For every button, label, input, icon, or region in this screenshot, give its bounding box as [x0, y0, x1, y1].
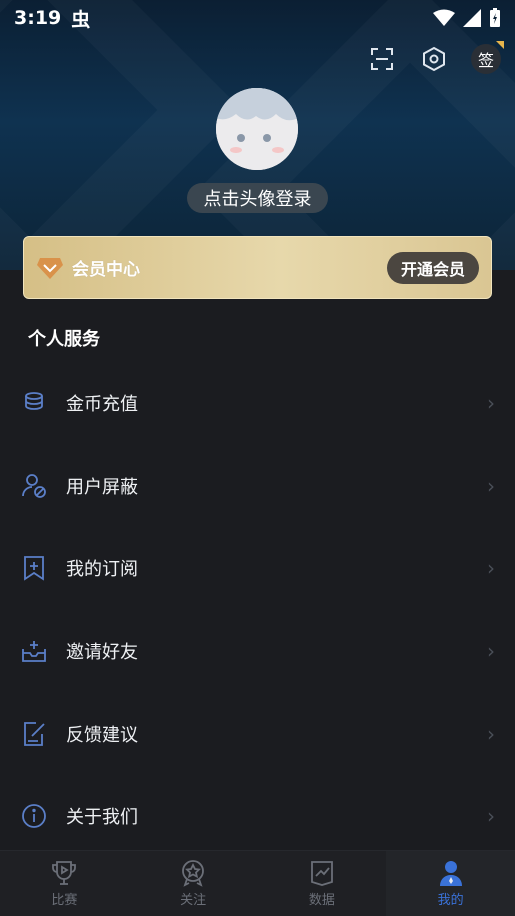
star-badge-icon [182, 860, 205, 887]
chevron-right-icon: › [487, 721, 495, 746]
menu-item-label: 关于我们 [66, 807, 138, 829]
tab-label: 数据 [308, 893, 335, 908]
status-bar: 3:19 虫 [0, 0, 515, 36]
decor-shape [0, 0, 242, 270]
open-vip-button[interactable]: 开通会员 [386, 251, 479, 284]
invite-inbox-icon [20, 637, 48, 665]
sign-in-button[interactable]: 签 [471, 41, 504, 74]
tab-label: 关注 [180, 893, 207, 908]
signal-icon [463, 9, 481, 27]
chevron-right-icon: › [487, 556, 495, 581]
bottom-tab-bar: 比赛 关注 数据 我的 [0, 850, 515, 916]
chevron-right-icon: › [487, 391, 495, 416]
scan-icon[interactable] [367, 44, 397, 74]
menu-item-user-block[interactable]: 用户屏蔽 › [0, 445, 515, 528]
bookmark-add-icon [20, 554, 48, 582]
trophy-play-icon [52, 861, 77, 885]
vip-center-card[interactable]: 会员中心 开通会员 [23, 236, 492, 299]
chevron-right-icon: › [487, 473, 495, 498]
battery-icon [490, 8, 500, 27]
menu-item-my-subscriptions[interactable]: 我的订阅 › [0, 527, 515, 610]
menu-item-about-us[interactable]: 关于我们 › [0, 775, 515, 858]
tab-mine[interactable]: 我的 [386, 851, 515, 916]
menu-item-label: 我的订阅 [66, 559, 138, 581]
status-time: 3:19 [14, 7, 62, 29]
tab-matches[interactable]: 比赛 [0, 851, 129, 916]
avatar[interactable] [216, 88, 298, 170]
chevron-right-icon: › [487, 639, 495, 664]
menu-item-invite-friends[interactable]: 邀请好友 › [0, 610, 515, 693]
chart-doc-icon [310, 861, 333, 886]
tab-label: 我的 [437, 893, 464, 908]
app-notification-icon: 虫 [71, 8, 91, 31]
tab-follow[interactable]: 关注 [129, 851, 258, 916]
section-title: 个人服务 [28, 329, 100, 350]
settings-hex-icon[interactable] [419, 44, 449, 74]
chevron-right-icon: › [487, 804, 495, 829]
user-icon [439, 861, 462, 886]
feedback-edit-icon [20, 720, 48, 748]
menu-item-coin-recharge[interactable]: 金币充值 › [0, 362, 515, 445]
user-block-icon [20, 472, 48, 500]
services-menu: 金币充值 › 用户屏蔽 › 我的订阅 › 邀请好友 › 反馈建议 › 关于我们 … [0, 362, 515, 858]
vip-title: 会员中心 [72, 260, 140, 280]
menu-item-label: 反馈建议 [66, 724, 138, 746]
login-prompt[interactable]: 点击头像登录 [187, 183, 328, 213]
tab-data[interactable]: 数据 [258, 851, 387, 916]
coins-stack-icon [20, 389, 48, 417]
header-actions: 签 [367, 41, 504, 74]
vip-diamond-icon [37, 257, 63, 279]
menu-item-label: 用户屏蔽 [66, 476, 138, 498]
info-circle-icon [20, 802, 48, 830]
menu-item-label: 金币充值 [66, 394, 138, 416]
menu-item-feedback[interactable]: 反馈建议 › [0, 692, 515, 775]
wifi-icon [433, 9, 455, 26]
tab-label: 比赛 [51, 893, 78, 908]
menu-item-label: 邀请好友 [66, 642, 138, 664]
